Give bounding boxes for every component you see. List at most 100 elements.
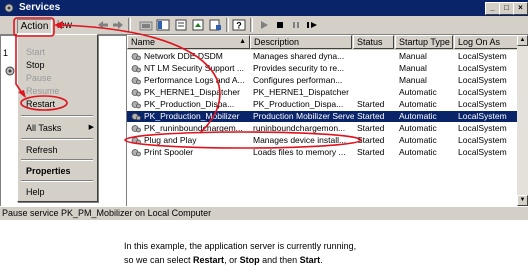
service-log-on-as: LocalSystem xyxy=(458,123,507,133)
column-name-label: Name xyxy=(131,37,156,47)
menu-item-pause[interactable]: Pause xyxy=(26,73,52,83)
service-name: PK_Production_Mobilizer xyxy=(144,111,240,121)
svg-text:?: ? xyxy=(236,21,242,31)
service-name: Performance Logs and A... xyxy=(144,75,245,85)
menu-item-all-tasks[interactable]: All Tasks ▶ xyxy=(26,123,94,133)
help-icon[interactable]: ? xyxy=(232,19,246,31)
service-description: Production Mobilizer Server xyxy=(253,111,354,121)
service-name: NT LM Security Support ... xyxy=(144,63,244,73)
table-row[interactable]: Plug and Play Manages device install... St… xyxy=(127,135,517,146)
up-folder-icon[interactable] xyxy=(139,19,153,31)
service-description: Manages shared dyna... xyxy=(253,51,345,61)
column-header-status[interactable]: Status xyxy=(353,35,394,49)
table-row[interactable]: Performance Logs and A... Configures perf… xyxy=(127,75,517,86)
action-menu[interactable]: Action xyxy=(17,19,52,34)
stop-service-icon[interactable] xyxy=(273,19,287,31)
service-description: Manages device install... xyxy=(253,135,347,145)
service-startup-type: Automatic xyxy=(399,123,437,133)
service-startup-type: Automatic xyxy=(399,99,437,109)
service-description: PK_Production_Dispa... xyxy=(253,99,344,109)
service-name: PK_HERNE1_Dispatcher xyxy=(144,87,240,97)
caption-line-1: In this example, the application server … xyxy=(124,241,357,251)
column-header-startup-type[interactable]: Startup Type xyxy=(395,35,453,49)
service-gear-icon xyxy=(131,77,141,85)
service-gear-icon xyxy=(131,53,141,61)
menu-item-refresh[interactable]: Refresh xyxy=(26,145,58,155)
service-gear-icon xyxy=(131,65,141,73)
service-startup-type: Automatic xyxy=(399,147,437,157)
properties-icon[interactable] xyxy=(174,19,188,31)
table-row[interactable]: Network DDE DSDM Manages shared dyna... Ma… xyxy=(127,51,517,62)
column-header-description[interactable]: Description xyxy=(250,35,352,49)
services-tree-icon xyxy=(5,66,15,76)
service-gear-icon xyxy=(131,101,141,109)
menu-separator xyxy=(21,115,93,117)
service-name: PK_runinboundchargem... xyxy=(144,123,243,133)
service-startup-type: Automatic xyxy=(399,135,437,145)
service-startup-type: Manual xyxy=(399,51,427,61)
export-list-icon[interactable] xyxy=(208,19,222,31)
service-gear-icon xyxy=(131,149,141,157)
services-list[interactable]: Network DDE DSDM Manages shared dyna... Ma… xyxy=(127,50,517,206)
column-headers: Name ▲ Description Status Startup Type Lo… xyxy=(127,35,519,49)
start-service-icon[interactable] xyxy=(257,19,271,31)
service-name: Network DDE DSDM xyxy=(144,51,223,61)
scroll-up-icon: ▲ xyxy=(519,37,526,43)
table-row[interactable]: NT LM Security Support ... Provides secur… xyxy=(127,63,517,74)
table-row[interactable]: Print Spooler Loads files to memory ... St… xyxy=(127,147,517,158)
table-row[interactable]: PK_Production_Dispa... PK_Production_Disp… xyxy=(127,99,517,110)
service-status: Started xyxy=(357,147,385,157)
maximize-icon: □ xyxy=(504,3,509,12)
service-log-on-as: LocalSystem xyxy=(458,135,507,145)
service-log-on-as: LocalSystem xyxy=(458,51,507,61)
minimize-button[interactable]: _ xyxy=(485,2,500,15)
restart-service-icon[interactable] xyxy=(305,19,319,31)
window-title: Services xyxy=(19,2,61,13)
close-icon: × xyxy=(518,3,523,12)
maximize-button[interactable]: □ xyxy=(499,2,514,15)
service-gear-icon xyxy=(131,137,141,145)
table-row[interactable]: PK_runinboundchargem... runinboundchargem… xyxy=(127,123,517,134)
menu-item-restart[interactable]: Restart xyxy=(26,99,55,109)
menu-item-resume[interactable]: Resume xyxy=(26,86,60,96)
view-menu[interactable]: iew xyxy=(57,19,72,32)
menu-item-properties[interactable]: Properties xyxy=(26,166,71,176)
back-arrow-icon[interactable] xyxy=(96,19,110,31)
service-gear-icon xyxy=(131,125,141,133)
menu-item-stop[interactable]: Stop xyxy=(26,60,45,70)
refresh-icon[interactable] xyxy=(191,19,205,31)
service-name: Print Spooler xyxy=(144,147,194,157)
column-header-name[interactable]: Name ▲ xyxy=(127,35,250,49)
forward-arrow-icon[interactable] xyxy=(111,19,125,31)
menu-separator xyxy=(21,159,93,161)
service-description: runinboundchargemon... xyxy=(253,123,346,133)
column-header-log-on-as[interactable]: Log On As xyxy=(454,35,519,49)
menu-item-start[interactable]: Start xyxy=(26,47,45,57)
scroll-down-button[interactable]: ▼ xyxy=(517,195,528,206)
service-startup-type: Automatic xyxy=(399,111,437,121)
vertical-scrollbar[interactable]: ▲ ▼ xyxy=(517,35,528,206)
action-dropdown-menu: Start Stop Pause Resume Restart All Task… xyxy=(17,34,98,202)
close-button[interactable]: × xyxy=(513,2,528,15)
service-status: Started xyxy=(357,135,385,145)
menu-item-help[interactable]: Help xyxy=(26,187,45,197)
service-log-on-as: LocalSystem xyxy=(458,147,507,157)
menu-toolbar-bar: Action iew ? xyxy=(0,16,528,35)
service-description: Loads files to memory ... xyxy=(253,147,346,157)
service-description: Provides security to re... xyxy=(253,63,345,73)
service-log-on-as: LocalSystem xyxy=(458,87,507,97)
service-startup-type: Manual xyxy=(399,63,427,73)
title-bar[interactable]: Services _ □ × xyxy=(0,0,528,16)
services-gear-icon xyxy=(4,3,14,13)
table-row[interactable]: PK_HERNE1_Dispatcher PK_HERNE1_Dispatcher… xyxy=(127,87,517,98)
status-bar-text: Pause service PK_PM_Mobilizer on Local C… xyxy=(2,208,212,218)
show-tree-icon[interactable] xyxy=(156,19,170,31)
tree-item-number: 1 xyxy=(3,48,9,58)
scroll-up-button[interactable]: ▲ xyxy=(517,35,528,46)
service-log-on-as: LocalSystem xyxy=(458,63,507,73)
pause-service-icon[interactable] xyxy=(289,19,303,31)
services-window: Services _ □ × Action iew ? 1 Name ▲ Desc… xyxy=(0,0,528,220)
service-description: PK_HERNE1_Dispatcher xyxy=(253,87,349,97)
table-row-selected[interactable]: PK_Production_Mobilizer Production Mobili… xyxy=(127,111,517,122)
service-status: Started xyxy=(357,99,385,109)
